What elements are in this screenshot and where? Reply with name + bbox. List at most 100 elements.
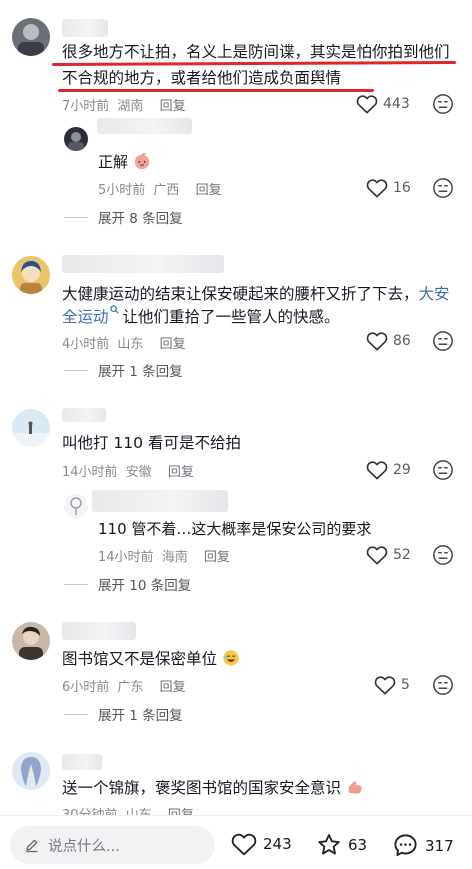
heart-icon <box>366 546 388 565</box>
comment-location: 湖南 <box>117 99 144 114</box>
expand-replies-button[interactable]: 展开 10 条回复 <box>64 574 191 594</box>
pencil-icon <box>26 839 38 853</box>
reply-text: 110 管不着…这大概率是保安公司的要求 <box>98 520 372 538</box>
bottom-comment-button[interactable]: 317 <box>392 832 454 859</box>
comment-time: 6小时前 <box>62 680 110 695</box>
avatar[interactable] <box>12 18 50 56</box>
comment-text-line2: 不合规的地方，或者给他们造成负面舆情 <box>62 69 342 87</box>
expand-label: 展开 1 条回复 <box>98 364 183 380</box>
reply-location: 海南 <box>161 550 188 565</box>
dislike-icon[interactable] <box>432 177 454 199</box>
reply-button[interactable]: 回复 <box>160 337 186 352</box>
reply-time: 5小时前 <box>98 183 146 198</box>
expand-divider <box>64 583 88 585</box>
like-button[interactable]: 86 <box>366 331 411 351</box>
comment-time: 4小时前 <box>62 337 110 352</box>
username[interactable] <box>62 754 102 770</box>
expand-divider <box>64 713 88 715</box>
topic-link[interactable]: 大安 <box>419 285 450 303</box>
comment-meta: 14小时前 安徽 回复 <box>62 461 194 480</box>
comment-text-line2: 全运动 让他们重拾了一些管人的快感。 <box>62 305 340 329</box>
comment-meta: 6小时前 广东 回复 <box>62 676 186 695</box>
heart-icon <box>231 833 257 856</box>
comment-location: 安徽 <box>125 465 152 480</box>
reply-avatar[interactable] <box>64 494 88 518</box>
flexed-biceps-emoji-icon <box>348 781 362 794</box>
comment-meta: 7小时前 湖南 回复 <box>62 95 186 114</box>
comment-time: 7小时前 <box>62 99 110 114</box>
like-count: 86 <box>393 333 411 349</box>
bottom-like-count: 243 <box>263 835 292 853</box>
expand-replies-button[interactable]: 展开 8 条回复 <box>64 207 183 227</box>
like-count: 5 <box>401 677 410 693</box>
dislike-icon[interactable] <box>432 544 454 566</box>
dislike-icon[interactable] <box>432 459 454 481</box>
reply-username[interactable] <box>92 490 228 512</box>
username[interactable] <box>62 19 108 37</box>
comment-time: 14小时前 <box>62 465 118 480</box>
comment-location: 广东 <box>117 680 144 695</box>
reply-time: 14小时前 <box>98 550 154 565</box>
comment-text-part: 大健康运动的结束让保安硬起来的腰杆又折了下去， <box>62 285 419 303</box>
expand-replies-button[interactable]: 展开 1 条回复 <box>64 360 183 380</box>
comment-text: 大健康运动的结束让保安硬起来的腰杆又折了下去，大安 <box>62 282 462 306</box>
reply-button[interactable]: 回复 <box>160 99 186 114</box>
topic-link[interactable]: 全运动 <box>62 308 109 326</box>
comment-text: 图书馆又不是保密单位 <box>62 647 240 671</box>
like-count: 29 <box>393 462 411 478</box>
expand-divider <box>64 369 88 371</box>
reply-meta: 5小时前 广西 回复 <box>98 179 222 198</box>
reply-button[interactable]: 回复 <box>160 680 186 695</box>
dislike-icon[interactable] <box>432 93 454 115</box>
comment-meta: 4小时前 山东 回复 <box>62 333 186 352</box>
star-icon <box>318 834 340 855</box>
heart-icon <box>366 461 388 480</box>
like-button[interactable]: 5 <box>374 675 410 695</box>
reply-username[interactable] <box>97 118 192 134</box>
like-count: 16 <box>393 180 411 196</box>
like-button[interactable]: 16 <box>366 178 411 198</box>
like-count: 52 <box>393 547 411 563</box>
reply-text: 正解 <box>98 150 151 174</box>
avatar[interactable] <box>12 752 50 790</box>
bottom-bar: 说点什么... 243 63 317 <box>0 815 472 869</box>
expand-label: 展开 1 条回复 <box>98 708 183 724</box>
bottom-favorite-count: 63 <box>348 836 368 854</box>
comment-location: 山东 <box>117 337 144 352</box>
like-button[interactable]: 29 <box>366 460 411 480</box>
heart-icon <box>366 179 388 198</box>
reply-meta: 14小时前 海南 回复 <box>98 546 230 565</box>
reply-text-content: 正解 <box>98 153 129 171</box>
bottom-like-button[interactable]: 243 <box>231 832 292 856</box>
red-underline <box>58 89 374 92</box>
reply-button[interactable]: 回复 <box>168 465 194 480</box>
comment-text-content: 送一个锦旗，褒奖图书馆的国家安全意识 <box>62 779 342 797</box>
avatar[interactable] <box>12 409 50 447</box>
like-button[interactable]: 52 <box>366 545 411 565</box>
heart-icon <box>366 332 388 351</box>
heart-icon <box>356 95 378 114</box>
comment-text-part: 让他们重拾了一些管人的快感。 <box>122 308 340 326</box>
reply-avatar[interactable] <box>64 127 88 151</box>
dislike-icon[interactable] <box>432 674 454 696</box>
expand-label: 展开 10 条回复 <box>98 578 192 594</box>
username[interactable] <box>62 255 224 273</box>
laughing-emoji-icon <box>223 650 239 666</box>
username[interactable] <box>62 622 136 640</box>
avatar[interactable] <box>12 622 50 660</box>
search-icon <box>109 305 119 314</box>
reply-button[interactable]: 回复 <box>196 183 222 198</box>
username[interactable] <box>62 408 106 422</box>
reply-button[interactable]: 回复 <box>204 550 230 565</box>
comment-text: 叫他打 110 看可是不给拍 <box>62 434 241 452</box>
expand-label: 展开 8 条回复 <box>98 211 183 227</box>
dislike-icon[interactable] <box>432 330 454 352</box>
like-button[interactable]: 443 <box>356 94 410 114</box>
avatar[interactable] <box>12 256 50 294</box>
expand-divider <box>64 216 88 218</box>
comment-text-content: 图书馆又不是保密单位 <box>62 650 218 668</box>
comment-bubble-icon <box>394 834 417 857</box>
expand-replies-button[interactable]: 展开 1 条回复 <box>64 704 183 724</box>
bottom-favorite-button[interactable]: 63 <box>316 832 367 858</box>
comment-input[interactable]: 说点什么... <box>10 826 215 864</box>
